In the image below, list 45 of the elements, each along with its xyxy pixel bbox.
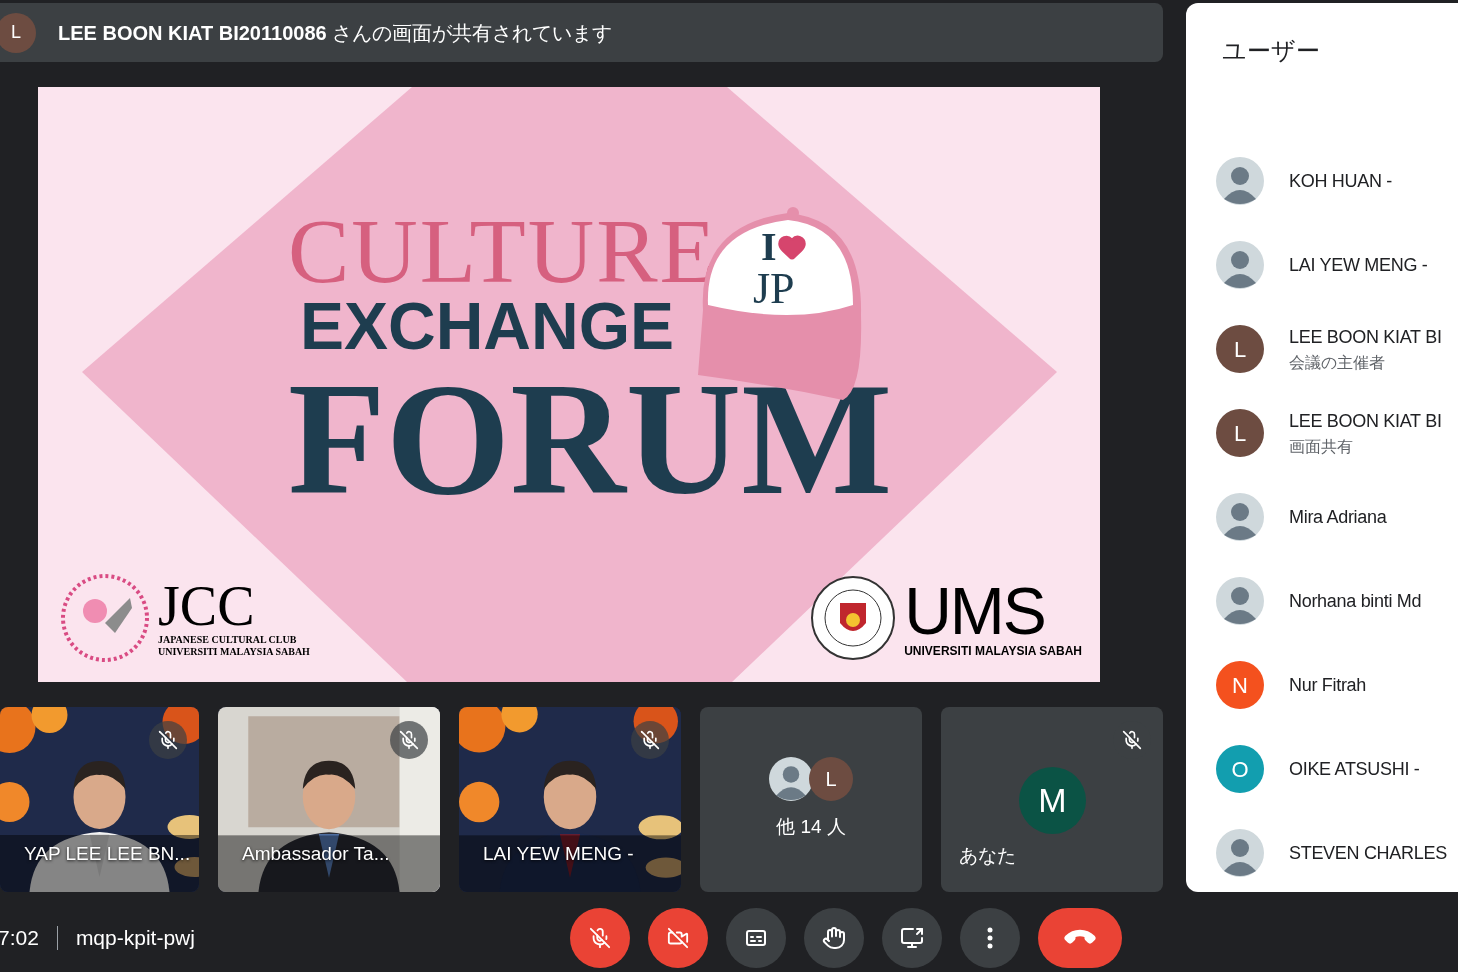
more-icon xyxy=(987,926,993,949)
avatar-icon xyxy=(1216,829,1264,877)
avatar: O xyxy=(1216,745,1264,793)
camera-off-icon xyxy=(667,926,689,949)
hand-icon xyxy=(822,925,846,950)
avatar-icon xyxy=(1216,157,1264,205)
participant-name: LAI YEW MENG - xyxy=(1289,253,1428,277)
participant-name: KOH HUAN - xyxy=(1289,169,1392,193)
slide-title: FORUM xyxy=(288,359,893,519)
microphone-off-icon xyxy=(589,926,611,949)
others-count: 他 14 人 xyxy=(776,815,846,840)
participant-role: 会議の主催者 xyxy=(1289,352,1386,373)
participant-name: YAP LEE LEE BN... xyxy=(24,841,191,866)
avatar-icon xyxy=(769,757,813,802)
participant-name: LEE BOON KIAT BI xyxy=(1289,409,1442,433)
avatar-icon xyxy=(1216,577,1264,625)
avatar-icon xyxy=(1216,241,1264,289)
cap-text: I xyxy=(761,227,777,267)
avatar-icon xyxy=(1216,493,1264,541)
avatar: L xyxy=(0,12,36,53)
panel-title: ユーザー xyxy=(1222,36,1321,66)
present-screen-icon xyxy=(900,925,924,950)
logo-subtitle: UNIVERSITI MALAYSIA SABAH xyxy=(158,646,310,658)
sharing-message: LEE BOON KIAT BI20110086 さんの画面が共有されています xyxy=(58,20,613,46)
participant-name: LAI YEW MENG - xyxy=(483,841,634,866)
avatar: N xyxy=(1216,661,1264,709)
logo-title: JCC xyxy=(158,578,255,634)
participant-name: Norhana binti Md xyxy=(1289,589,1422,613)
logo-title: UMS xyxy=(904,578,1045,644)
self-label: あなた xyxy=(959,843,1016,868)
meeting-code: mqp-kpit-pwj xyxy=(75,924,195,951)
logo-subtitle: UNIVERSITI MALAYSIA SABAH xyxy=(904,644,1082,658)
cap-text: JP xyxy=(753,267,795,311)
avatar: L xyxy=(809,757,853,802)
participant-name: Ambassador Ta... xyxy=(242,841,390,866)
participant-name: Nur Fitrah xyxy=(1289,673,1367,697)
avatar: M xyxy=(1019,767,1086,834)
avatar: L xyxy=(1216,409,1264,457)
participant-name: STEVEN CHARLES xyxy=(1289,841,1447,865)
avatar: L xyxy=(1216,325,1264,373)
participant-name: OIKE ATSUSHI - xyxy=(1289,757,1420,781)
participant-role: 画面共有 xyxy=(1289,436,1354,457)
participant-name: Mira Adriana xyxy=(1289,505,1387,529)
logo-subtitle: JAPANESE CULTURAL CLUB xyxy=(158,634,298,646)
participant-name: LEE BOON KIAT BI xyxy=(1289,325,1442,349)
